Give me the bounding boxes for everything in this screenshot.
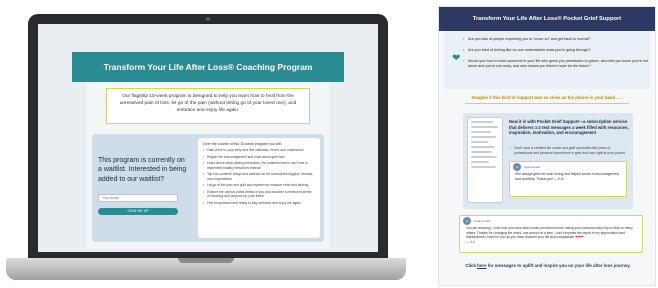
footer-cta: Click here for messages to uplift and in… <box>439 263 655 268</box>
list-item: Tap into powerful things and address all… <box>203 172 315 181</box>
message-line <box>471 151 492 153</box>
message-line <box>471 161 490 163</box>
footer-post: for messages to uplift and inspire you o… <box>487 263 631 268</box>
testimonial-text: You are amazing. I love how you have tak… <box>466 226 633 240</box>
laptop-mockup: Transform Your Life After Loss® Coaching… <box>6 14 406 286</box>
divider <box>465 103 629 104</box>
laptop-base <box>6 258 406 280</box>
questions-section: ❤ Are you sick of people expecting you t… <box>444 31 650 89</box>
testimonial-name: Testimonials <box>524 165 541 169</box>
list-item: Regain the encouragement and hope about … <box>203 155 315 160</box>
question-item: Are you sick of people expecting you to … <box>463 37 652 42</box>
stage: Transform Your Life After Loss® Coaching… <box>0 0 658 288</box>
laptop-lid: Transform Your Life After Loss® Coaching… <box>28 14 388 260</box>
program-benefits: Over the course of this 10-week program … <box>198 138 320 238</box>
testimonial-card: ● Testimonials She always gets me such l… <box>509 161 627 197</box>
hearts-icon: ❤❤❤ <box>575 235 584 240</box>
phone-screenshot <box>467 117 503 203</box>
list-item: Explore the various paths ahead of you a… <box>203 190 315 199</box>
camera-icon <box>206 17 210 21</box>
feature-title: Now it is with Pocket Grief Support—a su… <box>509 119 629 136</box>
feature-card: Now it is with Pocket Grief Support—a su… <box>463 113 633 209</box>
waitlist-card: This program is currently on a waitlist.… <box>92 134 324 242</box>
testimonial-name: Testimonials <box>474 219 491 223</box>
list-item: Gain voice to your story and feel valida… <box>203 148 315 153</box>
laptop-screen: Transform Your Life After Loss® Coaching… <box>38 24 378 252</box>
question-item: Are you tired of feeling like no one und… <box>463 48 652 53</box>
testimonial-card: ● Testimonials You are amazing. I love h… <box>459 215 643 253</box>
pocket-header: Transform Your Life After Loss® Pocket G… <box>439 7 655 31</box>
testimonial-signature: — J.J. <box>466 239 476 244</box>
waitlist-form: This program is currently on a waitlist.… <box>98 156 190 216</box>
program-intro: Our flagship 10-week program is designed… <box>106 88 310 124</box>
list-item: Feel empowered and ready to fully embrac… <box>203 201 315 206</box>
testimonial-text: She always gets me such loving and helpf… <box>515 172 620 181</box>
avatar-icon: ● <box>513 163 521 171</box>
benefits-heading: Over the course of this 10-week program … <box>203 142 282 146</box>
message-line <box>471 126 498 128</box>
signup-button[interactable]: SIGN ME UP <box>98 208 178 216</box>
coaching-title: Transform Your Life After Loss® Coaching… <box>103 62 313 72</box>
pocket-grief-page: Transform Your Life After Loss® Pocket G… <box>438 6 656 286</box>
footer-pre: Click <box>465 263 476 268</box>
email-input[interactable] <box>98 194 178 203</box>
here-link[interactable]: here <box>477 263 486 268</box>
avatar-icon: ● <box>463 217 471 225</box>
message-line <box>471 136 497 138</box>
message-line <box>471 141 488 143</box>
benefits-list: Gain voice to your story and feel valida… <box>203 148 315 206</box>
laptop-notch <box>178 258 234 263</box>
list-item: Let go of the pain and guilt and experie… <box>203 183 315 188</box>
message-line <box>471 166 496 168</box>
pocket-title: Transform Your Life After Loss® Pocket G… <box>472 16 622 22</box>
list-item: Learn about deep-seating behaviors, the … <box>203 161 315 170</box>
question-item: Would you love to have someone in your l… <box>463 59 652 69</box>
message-line <box>471 146 495 148</box>
waitlist-text: This program is currently on a waitlist.… <box>98 157 187 183</box>
coaching-panel: Our flagship 10-week program is designed… <box>86 82 330 248</box>
message-line <box>471 131 491 133</box>
feature-description: You’ll have a certified life coach and g… <box>509 146 629 155</box>
imagine-text: Imagine if this kind of support was as c… <box>471 95 623 100</box>
message-line <box>471 156 497 158</box>
message-line <box>471 121 494 123</box>
coaching-banner: Transform Your Life After Loss® Coaching… <box>72 52 344 82</box>
